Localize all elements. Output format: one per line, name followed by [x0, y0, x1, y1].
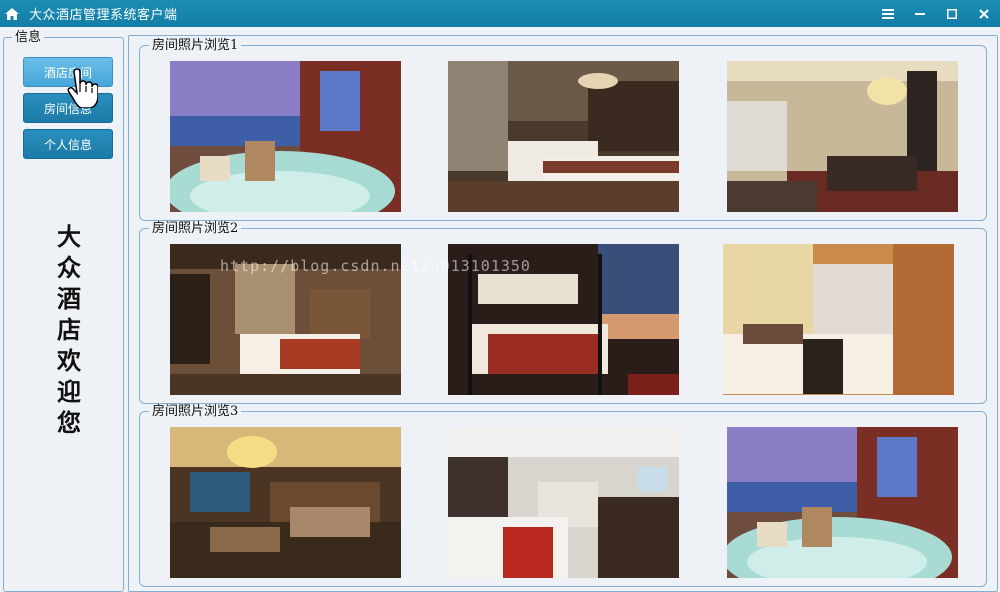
room-photo-gallery-3: 房间照片浏览3 — [139, 404, 987, 587]
personal-info-button[interactable]: 个人信息 — [23, 129, 113, 159]
welcome-text: 大 众 酒 店 欢 迎 您 — [44, 221, 94, 438]
title-bar: 大众酒店管理系统客户端 — [0, 0, 1000, 27]
menu-button[interactable] — [872, 0, 904, 27]
maximize-icon — [947, 8, 957, 19]
window-controls — [872, 0, 1000, 27]
room-photo[interactable] — [170, 427, 401, 578]
gallery-caption: 房间照片浏览1 — [149, 38, 242, 53]
welcome-char: 迎 — [57, 377, 81, 406]
home-icon — [5, 7, 19, 20]
room-photo-gallery-2: 房间照片浏览2 — [139, 221, 987, 404]
room-photo-gallery-1: 房间照片浏览1 — [139, 38, 987, 221]
room-photo[interactable] — [723, 244, 954, 395]
info-panel-caption: 信息 — [12, 30, 45, 45]
watermark-text: http://blog.csdn.net/u013101350 — [220, 257, 531, 275]
welcome-char: 您 — [57, 408, 81, 437]
close-icon — [979, 8, 989, 19]
info-panel: 信息 酒店房间 房间信息 个人信息 大 众 酒 店 欢 迎 您 — [3, 30, 124, 592]
gallery-caption: 房间照片浏览2 — [149, 221, 242, 236]
room-photo[interactable] — [727, 427, 958, 578]
photo-browser-panel: 房间照片浏览1 房间照片浏览2 房间照片浏览3 — [128, 35, 998, 592]
welcome-char: 众 — [57, 253, 81, 282]
room-photo[interactable] — [727, 61, 958, 212]
room-photo[interactable] — [448, 61, 679, 212]
minimize-button[interactable] — [904, 0, 936, 27]
hand-cursor-icon — [67, 68, 98, 108]
close-button[interactable] — [968, 0, 1000, 27]
welcome-char: 欢 — [57, 346, 81, 375]
minimize-icon — [915, 12, 925, 15]
menu-icon — [882, 8, 894, 19]
welcome-char: 店 — [57, 315, 81, 344]
welcome-char: 大 — [57, 222, 81, 251]
maximize-button[interactable] — [936, 0, 968, 27]
gallery-caption: 房间照片浏览3 — [149, 404, 242, 419]
room-photo[interactable] — [170, 61, 401, 212]
window-title: 大众酒店管理系统客户端 — [29, 8, 178, 23]
welcome-char: 酒 — [57, 284, 81, 313]
room-photo[interactable] — [448, 427, 679, 578]
